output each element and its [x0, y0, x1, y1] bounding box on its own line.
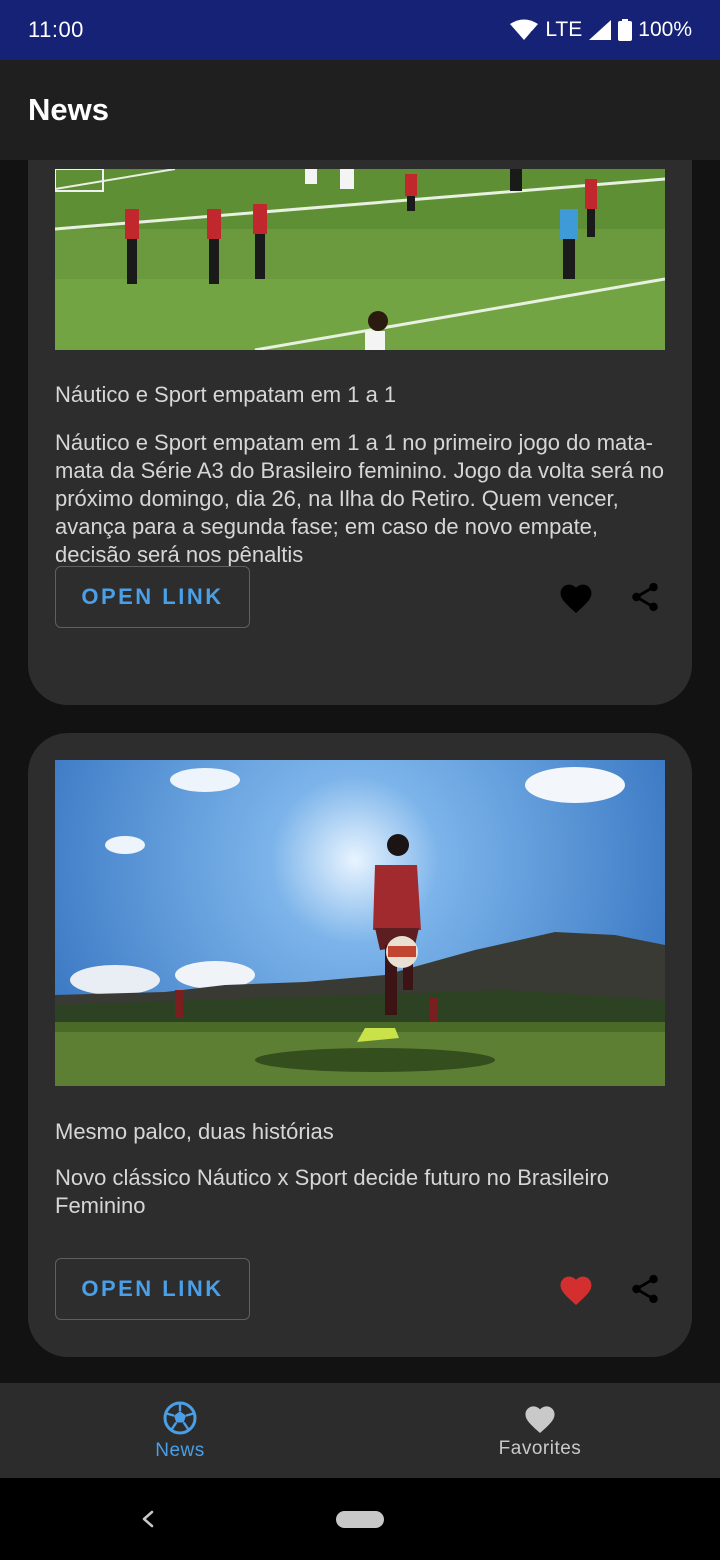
- network-type: LTE: [545, 18, 583, 41]
- heart-icon: [560, 584, 592, 613]
- home-button[interactable]: [336, 1511, 384, 1528]
- battery-icon: [618, 19, 633, 41]
- soccer-match-photo: [55, 169, 665, 350]
- player-juggling-ball-photo: [55, 760, 665, 1086]
- nav-label-news: News: [155, 1439, 205, 1461]
- share-icon: [632, 582, 658, 612]
- soccer-ball-icon: [163, 1401, 197, 1434]
- news-headline: Náutico e Sport empatam em 1 a 1: [55, 382, 397, 407]
- favorite-button[interactable]: [554, 575, 598, 619]
- status-bar: 11:00 4 LTE 100%: [0, 0, 720, 60]
- news-card: Náutico e Sport empatam em 1 a 1 Náutico…: [28, 160, 692, 705]
- share-icon: [632, 1274, 658, 1304]
- news-summary: Novo clássico Náutico x Sport decide fut…: [55, 1165, 609, 1218]
- battery-level: 100%: [638, 18, 692, 41]
- news-card: Mesmo palco, duas histórias Novo clássic…: [28, 733, 692, 1357]
- news-summary: Náutico e Sport empatam em 1 a 1 no prim…: [55, 430, 665, 567]
- nav-item-news[interactable]: News: [0, 1383, 360, 1478]
- news-feed[interactable]: Náutico e Sport empatam em 1 a 1 Náutico…: [0, 160, 720, 1383]
- share-button[interactable]: [623, 1267, 667, 1311]
- status-indicators: 4 LTE 100%: [509, 18, 692, 42]
- chevron-left-icon: [142, 1510, 154, 1528]
- share-button[interactable]: [623, 575, 667, 619]
- back-button[interactable]: [136, 1504, 160, 1534]
- page-title: News: [28, 92, 109, 127]
- app-bar: News: [0, 60, 720, 160]
- favorite-button[interactable]: [554, 1267, 598, 1311]
- open-link-button[interactable]: OPEN LINK: [55, 1258, 250, 1320]
- bottom-navigation: News Favorites: [0, 1383, 720, 1478]
- heart-icon: [560, 1276, 592, 1305]
- nav-item-favorites[interactable]: Favorites: [360, 1383, 720, 1478]
- nav-label-favorites: Favorites: [498, 1437, 582, 1459]
- status-time: 11:00: [28, 17, 84, 42]
- news-image: [55, 169, 665, 350]
- signal-icon: [588, 19, 612, 41]
- open-link-button[interactable]: OPEN LINK: [55, 566, 250, 628]
- heart-icon: [525, 1405, 555, 1433]
- wifi-icon: 4: [509, 19, 539, 41]
- svg-text:4: 4: [528, 30, 534, 41]
- news-headline: Mesmo palco, duas histórias: [55, 1119, 334, 1144]
- news-image: [55, 760, 665, 1086]
